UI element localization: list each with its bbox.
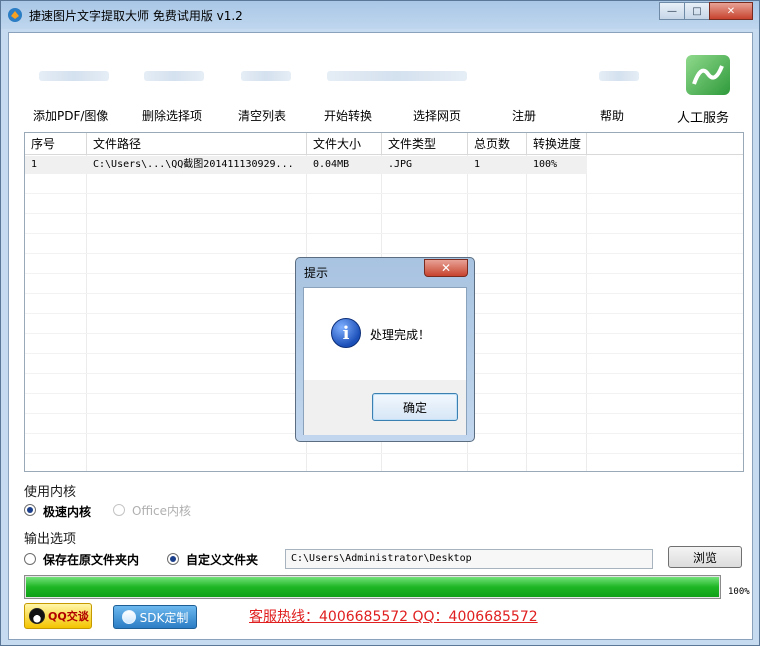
toolbar-menu: 添加PDF/图像 删除选择项 清空列表 开始转换 选择网页 注册 帮助 人工服务 <box>9 105 752 129</box>
cell-type: .JPG <box>388 159 413 170</box>
info-icon: i <box>331 318 361 348</box>
dialog-ok-button[interactable]: 确定 <box>372 393 458 421</box>
info-dialog: 提示 ✕ i 处理完成！ 确定 <box>295 257 475 442</box>
custom-folder-radio[interactable] <box>167 553 179 565</box>
cell-path: C:\Users\...\QQ截图201411130929... <box>93 159 294 170</box>
banner-decoration <box>39 71 109 81</box>
row-divider <box>25 213 743 214</box>
app-window: 捷速图片文字提取大师 免费试用版 v1.2 — □ ✕ 添加PDF/图像 删除选… <box>0 0 760 646</box>
conversion-progress-bar <box>24 575 721 599</box>
cell-size: 0.04MB <box>313 159 350 170</box>
qq-chat-label: QQ交谈 <box>48 610 89 623</box>
close-button[interactable]: ✕ <box>709 2 753 20</box>
menu-start-convert[interactable]: 开始转换 <box>324 107 372 124</box>
qq-chat-button[interactable]: QQ交谈 <box>24 603 92 629</box>
header-banner <box>9 33 752 101</box>
output-section-label: 输出选项 <box>24 532 77 547</box>
dialog-title: 提示 <box>304 266 329 280</box>
progress-fill <box>26 577 719 597</box>
column-header-type[interactable]: 文件类型 <box>382 133 468 155</box>
brand-logo-icon <box>686 55 730 95</box>
engine-fast-label[interactable]: 极速内核 <box>43 503 91 520</box>
row-divider <box>25 453 743 454</box>
banner-decoration <box>241 71 291 81</box>
caption-buttons: — □ ✕ <box>659 2 753 20</box>
banner-decoration <box>327 71 467 81</box>
custom-folder-label[interactable]: 自定义文件夹 <box>186 551 258 568</box>
browse-button[interactable]: 浏览 <box>668 546 742 568</box>
table-header: 序号 文件路径 文件大小 文件类型 总页数 转换进度 <box>25 133 743 155</box>
row-divider <box>25 193 743 194</box>
column-header-pages[interactable]: 总页数 <box>468 133 527 155</box>
cell-pages: 1 <box>474 159 481 170</box>
save-original-label[interactable]: 保存在原文件夹内 <box>43 551 139 568</box>
menu-clear-list[interactable]: 清空列表 <box>238 107 286 124</box>
banner-decoration <box>144 71 204 81</box>
menu-manual-service[interactable]: 人工服务 <box>677 107 729 126</box>
cell-index: 1 <box>31 159 38 170</box>
qq-penguin-icon <box>29 608 45 624</box>
banner-decoration <box>599 71 639 81</box>
save-original-radio[interactable] <box>24 553 36 565</box>
column-header-index[interactable]: 序号 <box>25 133 87 155</box>
cell-progress: 100% <box>533 159 558 170</box>
row-divider <box>25 233 743 234</box>
menu-register[interactable]: 注册 <box>512 107 536 124</box>
engine-section-label: 使用内核 <box>24 485 77 500</box>
engine-office-radio <box>113 504 125 516</box>
column-header-path[interactable]: 文件路径 <box>87 133 307 155</box>
menu-add-pdf-image[interactable]: 添加PDF/图像 <box>33 107 108 124</box>
title-bar: 捷速图片文字提取大师 免费试用版 v1.2 — □ ✕ <box>1 1 759 29</box>
menu-help[interactable]: 帮助 <box>600 107 624 124</box>
row-divider <box>25 253 743 254</box>
engine-office-label: Office内核 <box>132 504 192 518</box>
service-hotline-link[interactable]: 客服热线：4006685572 QQ：4006685572 <box>249 606 538 626</box>
dialog-message: 处理完成！ <box>370 328 431 342</box>
menu-delete-selected[interactable]: 删除选择项 <box>142 107 202 124</box>
maximize-button[interactable]: □ <box>684 2 710 20</box>
sdk-logo-icon <box>121 610 136 624</box>
dialog-close-button[interactable]: ✕ <box>424 259 468 277</box>
output-path-field[interactable]: C:\Users\Administrator\Desktop <box>285 549 653 569</box>
column-header-size[interactable]: 文件大小 <box>307 133 382 155</box>
table-row[interactable]: 1 C:\Users\...\QQ截图201411130929... 0.04M… <box>25 156 587 174</box>
dialog-footer: 确定 <box>304 380 466 435</box>
sdk-custom-button[interactable]: SDK定制 <box>113 605 197 629</box>
engine-fast-radio[interactable] <box>24 504 36 516</box>
column-header-progress[interactable]: 转换进度 <box>527 133 587 155</box>
menu-select-page[interactable]: 选择网页 <box>413 107 461 124</box>
window-title: 捷速图片文字提取大师 免费试用版 v1.2 <box>29 9 243 23</box>
sdk-custom-label: SDK定制 <box>139 610 189 625</box>
app-icon <box>8 8 22 22</box>
dialog-body: i 处理完成！ 确定 <box>303 287 467 435</box>
minimize-button[interactable]: — <box>659 2 685 20</box>
progress-percent: 100% <box>728 587 750 597</box>
